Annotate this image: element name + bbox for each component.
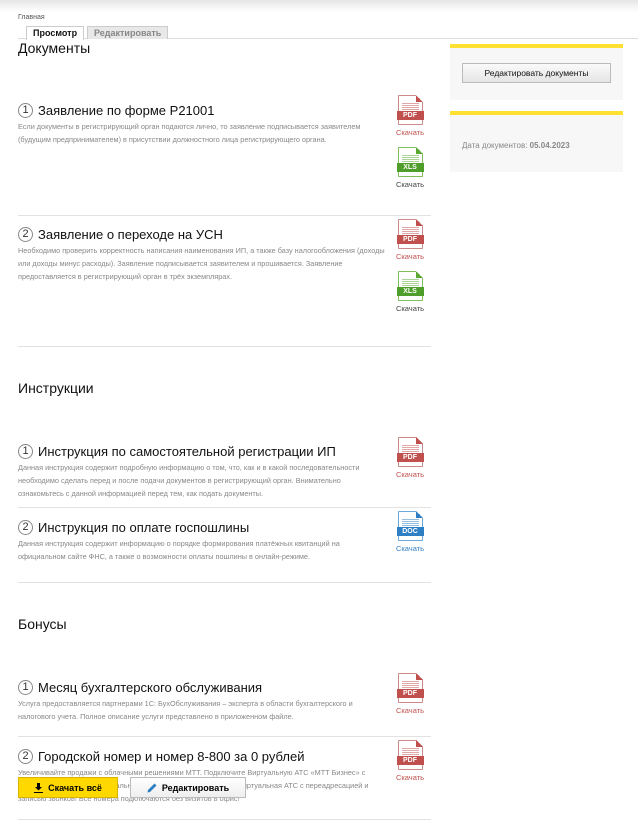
section: Инструкции 1 Инструкция по самостоятельной… <box>18 380 431 583</box>
item-description: Данная инструкция содержит подробную инф… <box>18 463 360 498</box>
pdf-file-icon[interactable]: PDF <box>396 673 424 703</box>
edit-documents-button[interactable]: Редактировать документы <box>462 63 611 83</box>
download-link[interactable]: Скачать <box>396 544 424 553</box>
document-item: 1 Инструкция по самостоятельной регистрац… <box>18 434 431 508</box>
action-buttons: Скачать всё Редактировать <box>18 777 246 798</box>
item-files: PDF Скачать <box>390 437 430 489</box>
file-pdf[interactable]: PDF Скачать <box>390 437 430 479</box>
item-files: PDF Скачать <box>390 673 430 725</box>
file-type-label: PDF <box>396 111 424 120</box>
edit-label: Редактировать <box>161 782 230 793</box>
download-all-button[interactable]: Скачать всё <box>18 777 118 798</box>
item-title-text: Месяц бухгалтерского обслуживания <box>38 679 263 695</box>
document-item: 1 Заявление по форме Р21001 Если документ… <box>18 92 431 216</box>
file-type-label: PDF <box>396 689 424 698</box>
item-number: 1 <box>18 102 33 118</box>
section-title: Инструкции <box>18 380 94 396</box>
item-title-text: Городской номер и номер 8-800 за 0 рубле… <box>38 748 305 764</box>
file-type-label: PDF <box>396 756 424 765</box>
download-icon <box>34 782 44 793</box>
item-description: Если документы в регистрирующий орган по… <box>18 122 361 144</box>
pencil-icon <box>147 783 157 792</box>
download-link[interactable]: Скачать <box>396 128 424 137</box>
item-title: 1 Месяц бухгалтерского обслуживания <box>18 678 431 696</box>
sidebar-date-box: Дата документов: 05.04.2023 <box>450 111 623 172</box>
document-item: 2 Инструкция по оплате госпошлины Данная … <box>18 508 431 583</box>
file-pdf[interactable]: PDF Скачать <box>390 219 430 261</box>
section-title: Бонусы <box>18 616 67 632</box>
download-link[interactable]: Скачать <box>396 470 424 479</box>
item-description: Данная инструкция содержит информацию о … <box>18 539 340 561</box>
tab-view[interactable]: Просмотр <box>26 26 85 40</box>
xls-file-icon[interactable]: XLS <box>396 147 424 177</box>
item-files: DOC Скачать <box>390 511 430 563</box>
section: Документы 1 Заявление по форме Р21001 Если… <box>18 40 431 347</box>
file-pdf[interactable]: PDF Скачать <box>390 740 430 782</box>
section-title: Документы <box>18 40 91 56</box>
item-number: 2 <box>18 519 33 535</box>
item-number: 1 <box>18 679 33 695</box>
top-bar <box>0 0 638 12</box>
download-link[interactable]: Скачать <box>396 252 424 261</box>
main-content: Документы 1 Заявление по форме Р21001 Если… <box>18 40 431 820</box>
file-type-label: XLS <box>396 287 424 296</box>
item-title-text: Инструкция по оплате госпошлины <box>38 519 250 535</box>
breadcrumb-home[interactable]: Главная <box>18 14 45 21</box>
document-item: 1 Месяц бухгалтерского обслуживания Услуг… <box>18 670 431 737</box>
item-description: Услуга предоставляется партнерами 1С: Бу… <box>18 699 353 721</box>
document-item: 2 Заявление о переходе на УСН Необходимо … <box>18 216 431 347</box>
xls-file-icon[interactable]: XLS <box>396 271 424 301</box>
item-number: 1 <box>18 443 33 459</box>
download-link[interactable]: Скачать <box>396 180 424 189</box>
item-files: PDF Скачать XLS Скачать <box>390 95 430 199</box>
item-title-text: Инструкция по самостоятельной регистраци… <box>38 443 336 459</box>
item-title: 1 Заявление по форме Р21001 <box>18 101 431 119</box>
download-all-label: Скачать всё <box>48 782 102 793</box>
download-link[interactable]: Скачать <box>396 304 424 313</box>
pdf-file-icon[interactable]: PDF <box>396 437 424 467</box>
date-label: Дата документов: <box>462 141 528 150</box>
download-link[interactable]: Скачать <box>396 706 424 715</box>
item-title-text: Заявление о переходе на УСН <box>38 226 223 242</box>
date-value: 05.04.2023 <box>529 141 570 150</box>
file-type-label: DOC <box>396 527 424 536</box>
documents-date: Дата документов: 05.04.2023 <box>462 141 570 150</box>
item-title-text: Заявление по форме Р21001 <box>38 102 215 118</box>
download-link[interactable]: Скачать <box>396 773 424 782</box>
file-type-label: PDF <box>396 453 424 462</box>
item-number: 2 <box>18 226 33 242</box>
pdf-file-icon[interactable]: PDF <box>396 740 424 770</box>
item-description: Необходимо проверить корректность написа… <box>18 246 385 281</box>
item-title: 2 Городской номер и номер 8-800 за 0 рубл… <box>18 747 431 765</box>
file-type-label: PDF <box>396 235 424 244</box>
item-title: 1 Инструкция по самостоятельной регистрац… <box>18 442 431 460</box>
file-type-label: XLS <box>396 163 424 172</box>
tab-edit[interactable]: Редактировать <box>87 26 169 39</box>
doc-file-icon[interactable]: DOC <box>396 511 424 541</box>
sidebar-edit-box: Редактировать документы <box>450 44 623 100</box>
item-files: PDF Скачать <box>390 740 430 792</box>
item-title: 2 Заявление о переходе на УСН <box>18 225 431 243</box>
tabs: Просмотр Редактировать <box>18 26 638 40</box>
item-title: 2 Инструкция по оплате госпошлины <box>18 518 431 536</box>
pdf-file-icon[interactable]: PDF <box>396 95 424 125</box>
item-number: 2 <box>18 748 33 764</box>
file-xls[interactable]: XLS Скачать <box>390 271 430 313</box>
file-pdf[interactable]: PDF Скачать <box>390 673 430 715</box>
item-files: PDF Скачать XLS Скачать <box>390 219 430 323</box>
file-doc[interactable]: DOC Скачать <box>390 511 430 553</box>
file-pdf[interactable]: PDF Скачать <box>390 95 430 137</box>
file-xls[interactable]: XLS Скачать <box>390 147 430 189</box>
pdf-file-icon[interactable]: PDF <box>396 219 424 249</box>
edit-button[interactable]: Редактировать <box>130 777 246 798</box>
